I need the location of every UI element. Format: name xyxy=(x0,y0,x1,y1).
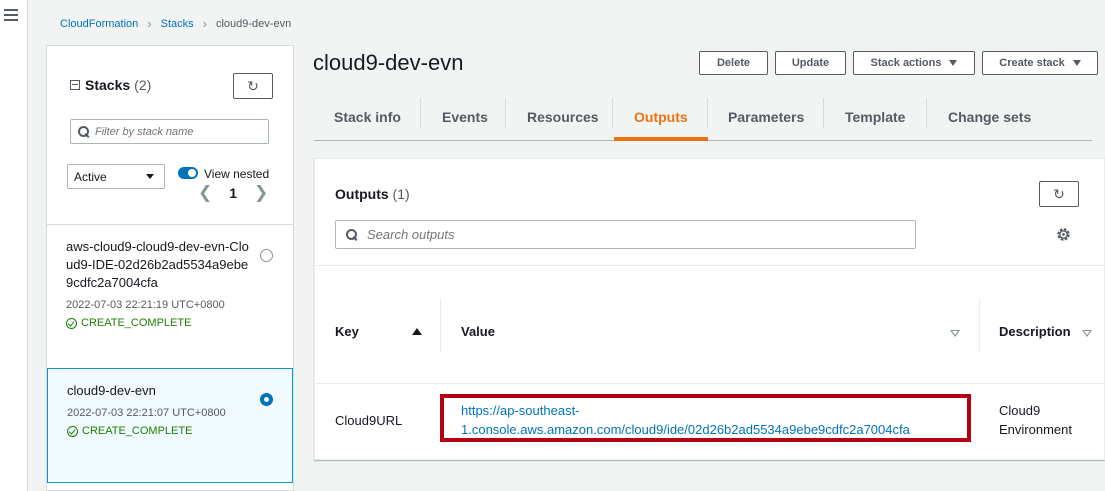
view-nested-toggle[interactable] xyxy=(178,167,198,179)
outputs-search-input[interactable] xyxy=(335,220,916,249)
stack-item-status: CREATE_COMPLETE xyxy=(81,317,192,329)
stack-actions-label: Stack actions xyxy=(870,57,942,69)
stacks-panel-title: Stacks xyxy=(85,77,131,93)
chevron-left-icon[interactable]: ❮ xyxy=(198,183,212,203)
tab-divider xyxy=(823,98,824,128)
stacks-count: (2) xyxy=(134,77,152,93)
column-divider xyxy=(979,299,980,353)
caret-down-icon xyxy=(949,60,958,66)
search-icon xyxy=(78,126,89,137)
delete-button[interactable]: Delete xyxy=(699,51,768,75)
stack-item-name: aws-cloud9-cloud9-dev-evn-Cloud9-IDE-02d… xyxy=(66,239,249,290)
stacks-refresh-button[interactable]: ↻ xyxy=(233,73,273,99)
breadcrumb-current: cloud9-dev-evn xyxy=(215,17,292,30)
status-filter-value: Active xyxy=(74,169,107,184)
refresh-icon: ↻ xyxy=(1053,185,1065,202)
tab-parameters[interactable]: Parameters xyxy=(728,95,804,139)
update-button[interactable]: Update xyxy=(775,51,846,75)
stack-item-status: CREATE_COMPLETE xyxy=(82,425,193,437)
chevron-right-icon: › xyxy=(202,16,207,31)
output-description-line: Environment xyxy=(999,422,1072,437)
tab-divider xyxy=(420,98,421,128)
stacks-pagination: ❮ 1 ❯ xyxy=(198,183,268,203)
stack-select-radio[interactable] xyxy=(260,249,273,262)
settings-gear-icon[interactable] xyxy=(1055,226,1072,243)
stack-filter-input[interactable] xyxy=(70,119,269,144)
row-divider xyxy=(315,383,1104,384)
outputs-count: (1) xyxy=(392,186,410,202)
tab-divider xyxy=(612,98,613,128)
sort-icon[interactable] xyxy=(950,330,960,337)
tab-divider xyxy=(707,98,708,128)
column-header-key[interactable]: Key xyxy=(335,324,359,339)
output-description-line: Cloud9 xyxy=(999,403,1041,418)
highlight-annotation-box xyxy=(440,394,971,442)
stack-list-item-selected[interactable]: cloud9-dev-evn 2022-07-03 22:21:07 UTC+0… xyxy=(47,368,293,483)
caret-down-icon xyxy=(146,174,154,179)
outputs-panel: Outputs (1) ↻ Key Value Description Clou… xyxy=(314,158,1105,460)
stacks-panel: Stacks (2) ↻ Active View nested ❮ 1 ❯ aw… xyxy=(46,45,294,491)
outputs-title: Outputs xyxy=(335,186,389,202)
page-title: cloud9-dev-evn xyxy=(313,50,464,75)
refresh-icon: ↻ xyxy=(247,77,259,94)
create-stack-button[interactable]: Create stack xyxy=(982,51,1098,75)
check-circle-icon xyxy=(67,425,78,437)
stack-tabs: Stack info Events Resources Outputs Para… xyxy=(314,95,1092,141)
outputs-search-field[interactable] xyxy=(367,227,867,242)
outputs-header: Outputs (1) xyxy=(335,186,410,202)
stack-item-created: 2022-07-03 22:21:07 UTC+0800 xyxy=(67,407,226,419)
tab-stack-info[interactable]: Stack info xyxy=(334,95,401,139)
breadcrumb-cloudformation[interactable]: CloudFormation xyxy=(60,18,138,30)
tab-events[interactable]: Events xyxy=(442,95,488,139)
stack-select-radio[interactable] xyxy=(260,393,273,406)
sort-ascending-icon[interactable] xyxy=(412,328,422,335)
stack-actions-button[interactable]: Stack actions xyxy=(853,51,975,75)
tab-outputs[interactable]: Outputs xyxy=(634,95,688,139)
view-nested-label: View nested xyxy=(204,167,270,181)
stack-item-name: cloud9-dev-evn xyxy=(67,383,156,398)
output-key: Cloud9URL xyxy=(335,413,403,428)
breadcrumb-stacks[interactable]: Stacks xyxy=(161,18,194,30)
stack-item-created: 2022-07-03 22:21:19 UTC+0800 xyxy=(66,299,225,311)
hamburger-menu-icon[interactable] xyxy=(4,9,18,24)
tab-divider xyxy=(926,98,927,128)
check-circle-icon xyxy=(66,317,77,329)
tab-resources[interactable]: Resources xyxy=(527,95,599,139)
search-icon xyxy=(346,229,357,240)
outputs-table: Key Value Description Cloud9URL https://… xyxy=(315,265,1104,459)
chevron-right-icon[interactable]: ❯ xyxy=(254,183,268,203)
caret-down-icon xyxy=(1072,60,1081,66)
status-badge: CREATE_COMPLETE xyxy=(67,425,274,437)
current-page[interactable]: 1 xyxy=(229,185,237,201)
breadcrumb: CloudFormation › Stacks › cloud9-dev-evn xyxy=(60,16,291,31)
stack-list-item[interactable]: aws-cloud9-cloud9-dev-evn-Cloud9-IDE-02d… xyxy=(47,224,293,367)
status-badge: CREATE_COMPLETE xyxy=(66,317,275,329)
stacks-panel-header: Stacks (2) xyxy=(70,77,151,93)
left-nav-rail xyxy=(0,0,28,491)
create-stack-label: Create stack xyxy=(999,57,1065,69)
tab-template[interactable]: Template xyxy=(845,95,905,139)
active-tab-indicator xyxy=(614,137,708,141)
status-filter-select[interactable]: Active xyxy=(67,164,165,189)
column-divider xyxy=(440,299,441,353)
chevron-right-icon: › xyxy=(147,16,152,31)
stack-filter-field[interactable] xyxy=(95,125,265,138)
collapse-icon[interactable] xyxy=(70,80,80,90)
tab-change-sets[interactable]: Change sets xyxy=(948,95,1031,139)
outputs-refresh-button[interactable]: ↻ xyxy=(1039,181,1079,207)
output-description: Cloud9 Environment xyxy=(999,401,1072,439)
tab-divider xyxy=(505,98,506,128)
column-header-description[interactable]: Description xyxy=(999,324,1071,339)
sort-icon[interactable] xyxy=(1082,330,1092,337)
column-header-value[interactable]: Value xyxy=(461,324,495,339)
